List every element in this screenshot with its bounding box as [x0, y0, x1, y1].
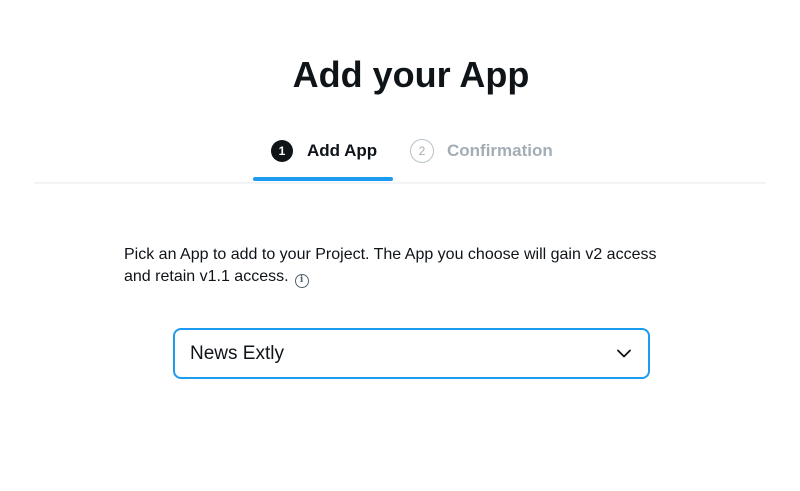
info-icon[interactable]: i [294, 273, 309, 288]
app-select-dropdown[interactable]: News Extly [173, 328, 650, 379]
step-label: Confirmation [447, 141, 553, 160]
page-title: Add your App [292, 54, 530, 95]
stepper: 1 Add App 2 Confirmation [0, 136, 800, 182]
divider [34, 182, 766, 183]
step-label: Add App [307, 141, 378, 160]
step-add-app: 1 Add App [271, 136, 377, 166]
description-line-2: and retain v1.1 access. [124, 268, 289, 285]
description-line-1: Pick an App to add to your Project. The … [124, 246, 657, 263]
step-number-badge: 1 [271, 140, 293, 162]
chevron-down-icon [616, 349, 632, 359]
active-step-indicator [253, 177, 393, 181]
app-select-value: News Extly [190, 342, 284, 364]
step-confirmation: 2 Confirmation [410, 136, 553, 166]
description-text: Pick an App to add to your Project. The … [124, 244, 724, 288]
step-number-badge: 2 [410, 139, 434, 163]
